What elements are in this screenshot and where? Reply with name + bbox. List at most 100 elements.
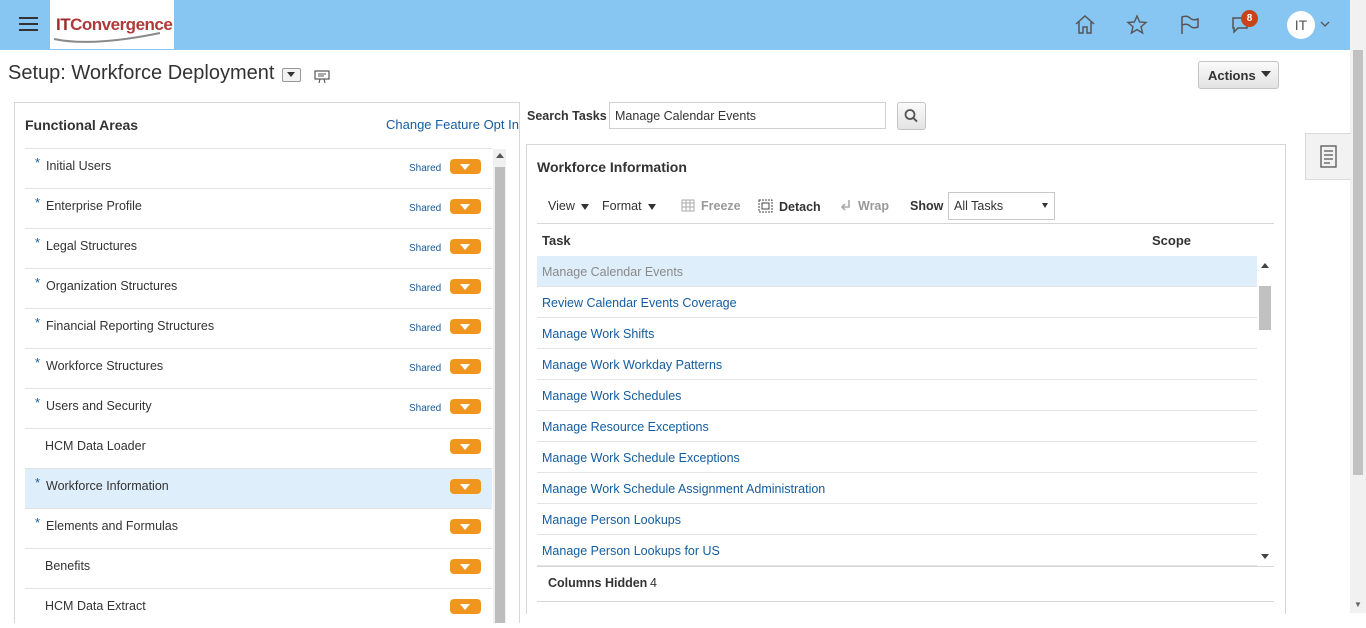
hamburger-menu-icon[interactable] xyxy=(19,17,38,32)
functional-area-label[interactable]: Elements and Formulas xyxy=(46,519,178,533)
freeze-button[interactable]: Freeze xyxy=(681,199,741,213)
functional-area-label[interactable]: Organization Structures xyxy=(46,279,177,293)
format-menu[interactable]: Format xyxy=(602,199,656,213)
functional-area-menu-button[interactable] xyxy=(450,319,481,334)
functional-area-menu-button[interactable] xyxy=(450,159,481,174)
favorites-star-icon[interactable] xyxy=(1125,13,1149,37)
functional-area-menu-button[interactable] xyxy=(450,359,481,374)
task-link[interactable]: Manage Person Lookups for US xyxy=(542,544,720,558)
title-dropdown-button[interactable] xyxy=(282,68,301,82)
page-scrollbar-thumb[interactable] xyxy=(1353,50,1363,475)
required-marker: * xyxy=(35,275,41,290)
show-label: Show xyxy=(910,199,944,213)
functional-area-label[interactable]: Users and Security xyxy=(46,399,152,413)
scroll-up-arrow-icon[interactable] xyxy=(1261,263,1269,268)
functional-area-menu-button[interactable] xyxy=(450,279,481,294)
change-feature-opt-in-link[interactable]: Change Feature Opt In xyxy=(386,117,519,132)
wrap-icon xyxy=(840,200,850,211)
table-row[interactable]: Manage Work Workday Patterns xyxy=(537,349,1257,380)
search-tasks-input[interactable] xyxy=(609,102,886,129)
view-menu[interactable]: View xyxy=(548,199,589,213)
actions-menu-button[interactable]: Actions xyxy=(1198,61,1279,89)
functional-area-label[interactable]: HCM Data Extract xyxy=(45,599,146,613)
functional-area-menu-button[interactable] xyxy=(450,239,481,254)
company-logo[interactable]: ITConvergence xyxy=(50,0,174,49)
scroll-down-arrow-icon[interactable] xyxy=(1261,554,1269,559)
column-header-scope[interactable]: Scope xyxy=(1152,233,1191,248)
table-row[interactable]: Manage Calendar Events xyxy=(537,256,1257,287)
table-row[interactable]: Manage Work Shifts xyxy=(537,318,1257,349)
page-scrollbar[interactable]: ▼ xyxy=(1350,0,1366,613)
table-row[interactable]: Manage Resource Exceptions xyxy=(537,411,1257,442)
functional-area-menu-button[interactable] xyxy=(450,399,481,414)
task-link[interactable]: Manage Work Shifts xyxy=(542,327,654,341)
document-list-icon xyxy=(1320,145,1337,168)
functional-area-item[interactable]: * Organization Structures Shared xyxy=(25,268,492,308)
functional-area-item[interactable]: * Elements and Formulas xyxy=(25,508,492,548)
task-link[interactable]: Manage Work Schedule Assignment Administ… xyxy=(542,482,825,496)
functional-area-menu-button[interactable] xyxy=(450,199,481,214)
scroll-up-arrow-icon[interactable] xyxy=(496,153,504,158)
functional-areas-scrollbar-thumb[interactable] xyxy=(495,167,505,623)
functional-area-item[interactable]: * Enterprise Profile Shared xyxy=(25,188,492,228)
functional-areas-scrollbar[interactable] xyxy=(493,149,506,623)
tasks-table-scrollbar[interactable] xyxy=(1257,256,1274,566)
tasks-table-scrollbar-thumb[interactable] xyxy=(1259,286,1271,330)
table-row[interactable]: Review Calendar Events Coverage xyxy=(537,287,1257,318)
page-title: Setup: Workforce Deployment xyxy=(8,62,275,84)
functional-area-label[interactable]: Workforce Information xyxy=(46,479,169,493)
page-info-icon[interactable] xyxy=(314,70,330,84)
columns-hidden-count: 4 xyxy=(650,576,657,590)
task-link[interactable]: Manage Calendar Events xyxy=(542,265,683,279)
watchlist-flag-icon[interactable] xyxy=(1177,13,1201,37)
chevron-down-icon[interactable] xyxy=(1320,20,1330,28)
table-row[interactable]: Manage Work Schedule Exceptions xyxy=(537,442,1257,473)
functional-area-item[interactable]: * Financial Reporting Structures Shared xyxy=(25,308,492,348)
top-header-bar: ITConvergence 8 IT xyxy=(0,0,1366,50)
functional-area-menu-button[interactable] xyxy=(450,519,481,534)
freeze-icon xyxy=(681,199,695,212)
table-row[interactable]: Manage Work Schedules xyxy=(537,380,1257,411)
task-link[interactable]: Manage Work Schedules xyxy=(542,389,681,403)
side-panel-tab[interactable] xyxy=(1305,133,1351,180)
functional-area-label[interactable]: Workforce Structures xyxy=(46,359,163,373)
task-link[interactable]: Manage Work Workday Patterns xyxy=(542,358,722,372)
search-button[interactable] xyxy=(897,102,926,130)
task-link[interactable]: Manage Person Lookups xyxy=(542,513,681,527)
task-link[interactable]: Review Calendar Events Coverage xyxy=(542,296,737,310)
functional-area-item[interactable]: * Legal Structures Shared xyxy=(25,228,492,268)
scroll-down-arrow-icon[interactable]: ▼ xyxy=(1354,600,1362,609)
caret-down-icon xyxy=(1261,71,1271,77)
functional-area-item[interactable]: * Workforce Information xyxy=(25,468,492,508)
task-link[interactable]: Manage Work Schedule Exceptions xyxy=(542,451,740,465)
functional-area-menu-button[interactable] xyxy=(450,599,481,614)
task-link[interactable]: Manage Resource Exceptions xyxy=(542,420,709,434)
functional-area-item[interactable]: Benefits xyxy=(25,548,492,588)
column-header-task[interactable]: Task xyxy=(542,233,571,248)
functional-area-label[interactable]: Initial Users xyxy=(46,159,111,173)
table-row[interactable]: Manage Person Lookups xyxy=(537,504,1257,535)
functional-area-label[interactable]: Enterprise Profile xyxy=(46,199,142,213)
functional-area-item[interactable]: HCM Data Extract xyxy=(25,588,492,628)
table-row[interactable]: Manage Person Lookups for US xyxy=(537,535,1257,566)
search-icon xyxy=(904,109,918,123)
wrap-label: Wrap xyxy=(858,199,890,213)
user-avatar[interactable]: IT xyxy=(1287,11,1315,39)
functional-area-label[interactable]: Legal Structures xyxy=(46,239,137,253)
functional-area-label[interactable]: Benefits xyxy=(45,559,90,573)
functional-area-menu-button[interactable] xyxy=(450,559,481,574)
table-row[interactable]: Manage Work Schedule Assignment Administ… xyxy=(537,473,1257,504)
functional-area-item[interactable]: * Workforce Structures Shared xyxy=(25,348,492,388)
wrap-button[interactable]: Wrap xyxy=(840,199,889,213)
functional-area-menu-button[interactable] xyxy=(450,439,481,454)
functional-area-item[interactable]: HCM Data Loader xyxy=(25,428,492,468)
functional-area-menu-button[interactable] xyxy=(450,479,481,494)
functional-area-item[interactable]: * Users and Security Shared xyxy=(25,388,492,428)
home-icon[interactable] xyxy=(1073,13,1097,37)
functional-areas-heading: Functional Areas xyxy=(25,117,139,133)
functional-area-label[interactable]: Financial Reporting Structures xyxy=(46,319,214,333)
detach-button[interactable]: Detach xyxy=(758,199,821,214)
functional-area-label[interactable]: HCM Data Loader xyxy=(45,439,146,453)
show-filter-select[interactable]: All Tasks xyxy=(948,192,1055,220)
functional-area-item[interactable]: * Initial Users Shared xyxy=(25,148,492,188)
